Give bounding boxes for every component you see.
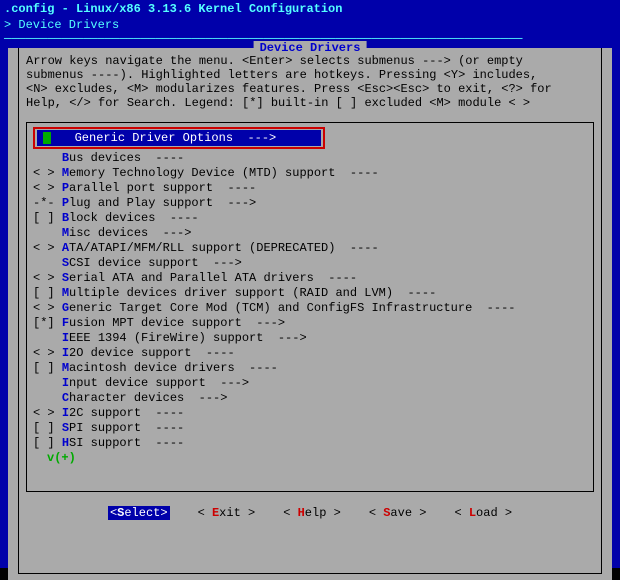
menu-item[interactable]: < > Serial ATA and Parallel ATA drivers … bbox=[33, 271, 587, 286]
menu-item[interactable]: < > Memory Technology Device (MTD) suppo… bbox=[33, 166, 587, 181]
save-button[interactable]: < Save > bbox=[369, 506, 427, 520]
help-text: Arrow keys navigate the menu. <Enter> se… bbox=[8, 48, 612, 118]
menu-item[interactable]: < > I2C support ---- bbox=[33, 406, 587, 421]
menu-item[interactable]: [ ] Block devices ---- bbox=[33, 211, 587, 226]
menu-item[interactable]: < > I2O device support ---- bbox=[33, 346, 587, 361]
menu-item[interactable]: Input device support ---> bbox=[33, 376, 587, 391]
menu-item[interactable]: SCSI device support ---> bbox=[33, 256, 587, 271]
load-button[interactable]: < Load > bbox=[454, 506, 512, 520]
menu-item[interactable]: < > Generic Target Core Mod (TCM) and Co… bbox=[33, 301, 587, 316]
menu-item[interactable]: < > ATA/ATAPI/MFM/RLL support (DEPRECATE… bbox=[33, 241, 587, 256]
menu-list[interactable]: Generic Driver Options ---> Bus devices … bbox=[26, 122, 594, 492]
menu-item[interactable]: [*] Fusion MPT device support ---> bbox=[33, 316, 587, 331]
menu-item[interactable]: IEEE 1394 (FireWire) support ---> bbox=[33, 331, 587, 346]
menu-item[interactable]: [ ] Multiple devices driver support (RAI… bbox=[33, 286, 587, 301]
menu-item[interactable]: [ ] HSI support ---- bbox=[33, 436, 587, 451]
exit-button[interactable]: < Exit > bbox=[198, 506, 256, 520]
select-button[interactable]: <Select> bbox=[108, 506, 170, 520]
menu-item[interactable]: [ ] SPI support ---- bbox=[33, 421, 587, 436]
menu-item[interactable]: Misc devices ---> bbox=[33, 226, 587, 241]
window-title: .config - Linux/x86 3.13.6 Kernel Config… bbox=[0, 0, 620, 18]
button-bar: <Select> < Exit > < Help > < Save > < Load > bbox=[8, 506, 612, 520]
terminal-screen: .config - Linux/x86 3.13.6 Kernel Config… bbox=[0, 0, 620, 568]
more-indicator: v(+) bbox=[47, 451, 587, 465]
menu-item-selected[interactable]: Generic Driver Options ---> bbox=[33, 127, 325, 149]
panel-title: Device Drivers bbox=[254, 41, 367, 55]
panel: Device Drivers Arrow keys navigate the m… bbox=[8, 48, 612, 580]
menu-item[interactable]: Bus devices ---- bbox=[33, 151, 587, 166]
menu-item[interactable]: < > Parallel port support ---- bbox=[33, 181, 587, 196]
menu-item[interactable]: -*- Plug and Play support ---> bbox=[33, 196, 587, 211]
help-button[interactable]: < Help > bbox=[283, 506, 341, 520]
selection-marker-icon bbox=[43, 132, 51, 144]
menu-item[interactable]: Character devices ---> bbox=[33, 391, 587, 406]
menu-item[interactable]: [ ] Macintosh device drivers ---- bbox=[33, 361, 587, 376]
